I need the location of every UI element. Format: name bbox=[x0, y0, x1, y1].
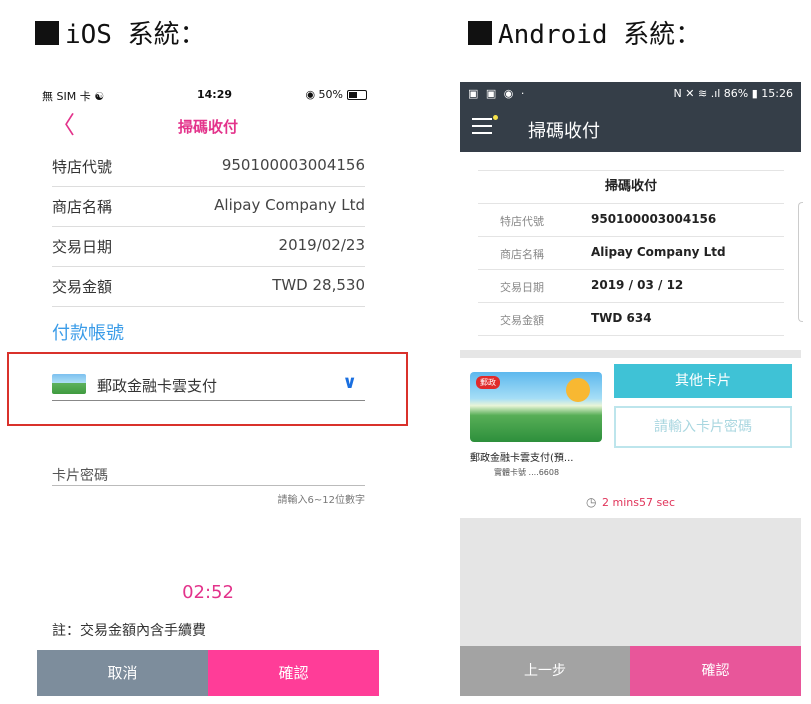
black-square-icon bbox=[35, 20, 59, 45]
card-password-hint: 請輸入6~12位數字 bbox=[277, 495, 365, 506]
empty-area bbox=[460, 518, 801, 646]
ios-section-title: iOS 系統： bbox=[35, 14, 206, 51]
card-name: 郵政金融卡雲支付(預... bbox=[470, 453, 574, 464]
battery-status: ◉ 50% bbox=[305, 88, 367, 101]
other-cards-button[interactable]: 其他卡片 bbox=[614, 364, 792, 398]
store-name-row: 商店名稱 Alipay Company Ltd bbox=[478, 237, 784, 270]
page-title: 掃碼收付 bbox=[177, 118, 238, 136]
ios-screen: 無 SIM 卡 ☯ 14:29 ◉ 50% 〈 掃碼收付 特店代號 950100… bbox=[7, 82, 408, 702]
cancel-button[interactable]: 取消 bbox=[37, 650, 208, 696]
card-badge: 郵政 bbox=[476, 376, 500, 389]
transaction-date-row: 交易日期 2019 / 03 / 12 bbox=[478, 270, 784, 303]
battery-icon bbox=[347, 89, 367, 100]
section-divider bbox=[460, 350, 801, 358]
fee-note: 註：交易金額內含手續費 bbox=[52, 623, 206, 639]
android-status-bar: ▣ ▣ ◉ · N ✕ ≋ .ıl 86% ▮ 15:26 bbox=[460, 82, 801, 106]
card-password-label: 卡片密碼 bbox=[52, 468, 108, 484]
system-status: N ✕ ≋ .ıl 86% ▮ 15:26 bbox=[673, 87, 793, 100]
card-select-dropdown[interactable]: 郵政金融卡雲支付 ∨ bbox=[52, 372, 365, 401]
notification-icons: ▣ ▣ ◉ · bbox=[468, 87, 527, 100]
merchant-id-row: 特店代號 950100003004156 bbox=[478, 204, 784, 237]
info-header: 掃碼收付 bbox=[478, 170, 784, 204]
hamburger-menu-icon[interactable] bbox=[472, 118, 492, 140]
postal-card-icon bbox=[52, 374, 86, 394]
app-bar-title: 掃碼收付 bbox=[528, 121, 600, 142]
chevron-down-icon[interactable]: ∨ bbox=[342, 372, 357, 393]
payment-account-title: 付款帳號 bbox=[52, 323, 124, 344]
transaction-amount-row: 交易金額 TWD 634 bbox=[478, 303, 784, 336]
transaction-amount-row: 交易金額 TWD 28,530 bbox=[52, 266, 365, 307]
ios-status-bar: 無 SIM 卡 ☯ 14:29 ◉ 50% bbox=[42, 88, 372, 106]
mascot-icon bbox=[566, 378, 590, 402]
alarm-clock-icon: ◷ bbox=[586, 495, 597, 509]
selected-card-label: 郵政金融卡雲支付 bbox=[97, 377, 218, 395]
card-password-input[interactable]: 請輸入卡片密碼 bbox=[614, 406, 792, 448]
notification-dot-icon bbox=[493, 115, 498, 120]
status-time: 14:29 bbox=[197, 88, 233, 101]
android-app-bar: 掃碼收付 bbox=[460, 106, 801, 152]
ios-nav-bar: 〈 掃碼收付 bbox=[37, 112, 379, 142]
android-section-title: Android 系統： bbox=[468, 14, 701, 51]
transaction-info-table: 掃碼收付 特店代號 950100003004156 商店名稱 Alipay Co… bbox=[478, 170, 784, 336]
transaction-date-row: 交易日期 2019/02/23 bbox=[52, 226, 365, 267]
postal-card-image[interactable]: 郵政 bbox=[470, 372, 602, 442]
black-square-icon bbox=[468, 20, 492, 45]
scroll-indicator[interactable] bbox=[798, 202, 803, 322]
store-name-row: 商店名稱 Alipay Company Ltd bbox=[52, 186, 365, 227]
confirm-button[interactable]: 確認 bbox=[630, 646, 801, 696]
countdown-timer: 02:52 bbox=[182, 582, 234, 603]
carrier-text: 無 SIM 卡 ☯ bbox=[42, 90, 105, 103]
merchant-id-row: 特店代號 950100003004156 bbox=[52, 146, 365, 187]
confirm-button[interactable]: 確認 bbox=[208, 650, 379, 696]
android-screen: ▣ ▣ ◉ · N ✕ ≋ .ıl 86% ▮ 15:26 掃碼收付 掃碼收付 … bbox=[460, 82, 803, 696]
countdown-timer: ◷ 2 mins57 sec bbox=[586, 495, 675, 509]
card-password-input[interactable] bbox=[52, 485, 365, 486]
card-number: 實體卡號 ....6608 bbox=[494, 468, 560, 477]
previous-step-button[interactable]: 上一步 bbox=[460, 646, 630, 696]
